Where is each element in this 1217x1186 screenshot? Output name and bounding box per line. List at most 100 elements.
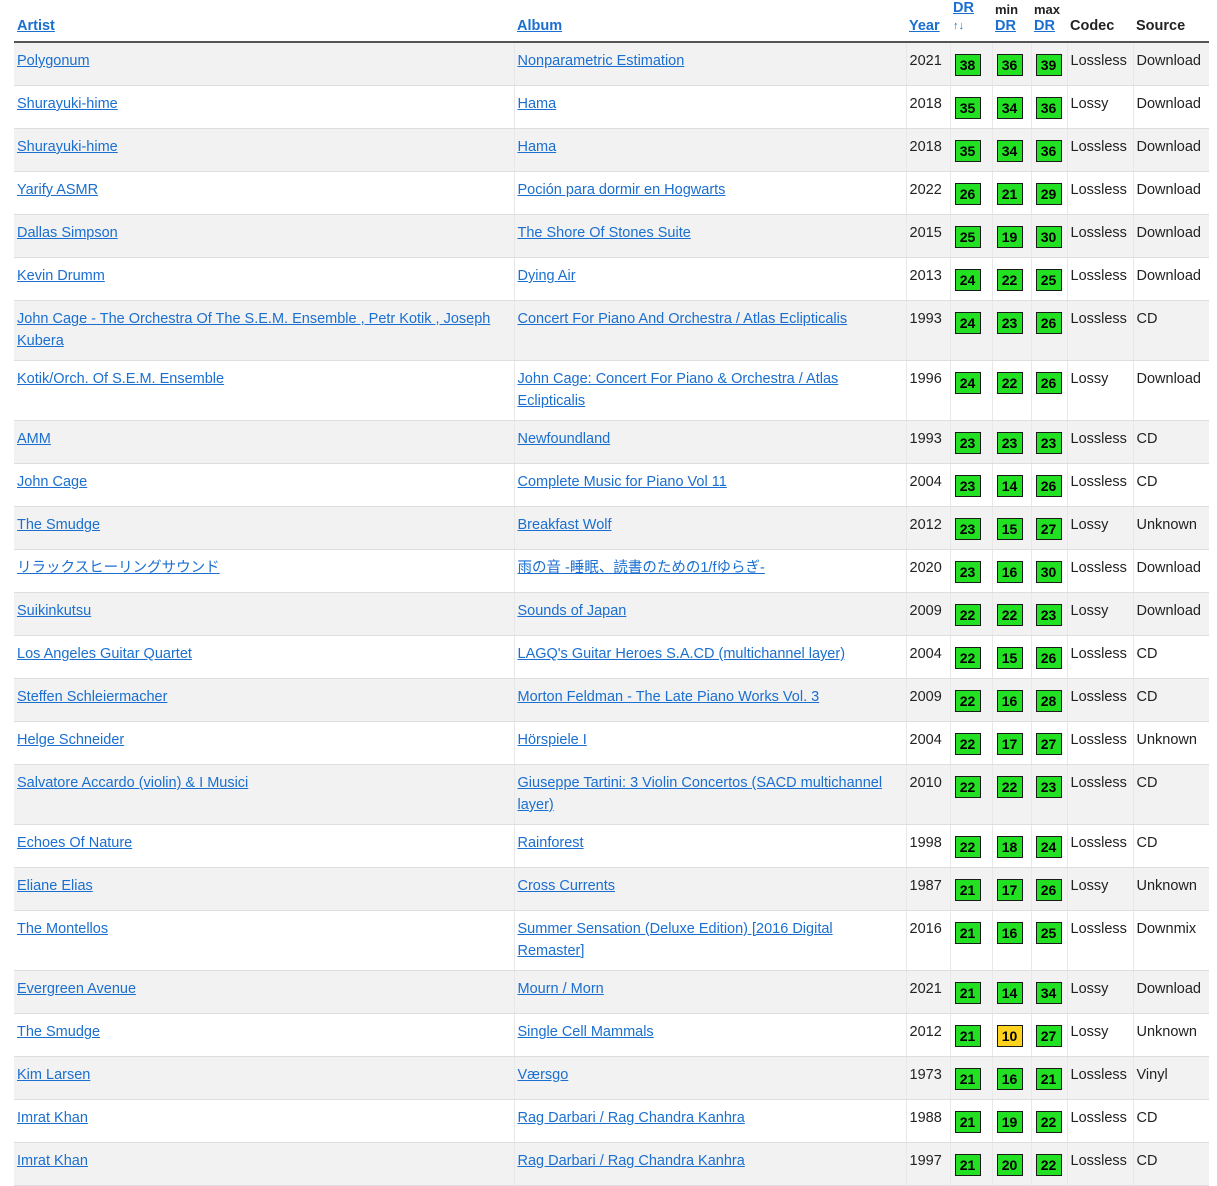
artist-link[interactable]: Kotik/Orch. Of S.E.M. Ensemble [17, 371, 224, 387]
artist-link[interactable]: リラックスヒーリングサウンド [17, 560, 220, 576]
sort-min-dr-link[interactable]: DR [995, 18, 1016, 34]
sort-dr-link[interactable]: DR [953, 0, 988, 17]
source-cell: Unknown [1133, 1013, 1209, 1057]
album-link[interactable]: Hama [518, 96, 557, 112]
artist-link[interactable]: John Cage - The Orchestra Of The S.E.M. … [17, 311, 490, 349]
artist-link[interactable]: Echoes Of Nature [17, 835, 132, 851]
album-link[interactable]: Hörspiele I [518, 732, 587, 748]
album-cell: Cross Currents [514, 867, 907, 911]
album-link[interactable]: Breakfast Wolf [518, 517, 612, 533]
artist-link[interactable]: AMM [17, 431, 51, 447]
album-link[interactable]: Cross Currents [518, 878, 616, 894]
album-link[interactable]: Poción para dormir en Hogwarts [518, 182, 726, 198]
artist-link[interactable]: Eliane Elias [17, 878, 93, 894]
artist-link[interactable]: Dallas Simpson [17, 225, 118, 241]
artist-link[interactable]: Steffen Schleiermacher [17, 689, 167, 705]
album-cell: Concert For Piano And Orchestra / Atlas … [514, 300, 907, 361]
artist-link[interactable]: Suikinkutsu [17, 603, 91, 619]
album-link[interactable]: Summer Sensation (Deluxe Edition) [2016 … [518, 921, 833, 959]
table-row: Imrat Khan Rag Darbari / Rag Chandra Kanh… [14, 1099, 1209, 1143]
album-cell: LAGQ's Guitar Heroes S.A.CD (multichanne… [514, 635, 907, 679]
artist-link[interactable]: Polygonum [17, 53, 90, 69]
sort-year-link[interactable]: Year [909, 18, 940, 34]
album-link[interactable]: Single Cell Mammals [518, 1024, 654, 1040]
codec-value: Lossless [1070, 182, 1127, 198]
artist-cell: Kotik/Orch. Of S.E.M. Ensemble [14, 360, 515, 421]
album-link[interactable]: Mourn / Morn [518, 981, 604, 997]
artist-link[interactable]: Shurayuki-hime [17, 139, 118, 155]
sort-max-dr-link[interactable]: DR [1034, 18, 1055, 34]
codec-value: Lossy [1070, 371, 1109, 387]
album-link[interactable]: Complete Music for Piano Vol 11 [518, 474, 727, 490]
table-row: Kotik/Orch. Of S.E.M. Ensemble John Cage:… [14, 360, 1209, 421]
album-link[interactable]: Hama [518, 139, 557, 155]
max-dr-cell: 27 [1031, 721, 1068, 765]
year-value: 2021 [909, 981, 942, 997]
album-link[interactable]: Morton Feldman - The Late Piano Works Vo… [518, 689, 820, 705]
codec-cell: Lossless [1067, 635, 1134, 679]
album-link[interactable]: John Cage: Concert For Piano & Orchestra… [518, 371, 839, 409]
artist-link[interactable]: Imrat Khan [17, 1110, 88, 1126]
album-link[interactable]: Rag Darbari / Rag Chandra Kanhra [518, 1110, 745, 1126]
album-link[interactable]: Rag Darbari / Rag Chandra Kanhra [518, 1153, 745, 1169]
year-value: 2016 [909, 921, 942, 937]
dr-cell: 21 [950, 970, 993, 1014]
album-link[interactable]: Concert For Piano And Orchestra / Atlas … [518, 311, 848, 327]
dr-cell: 35 [950, 85, 993, 129]
album-link[interactable]: Newfoundland [518, 431, 611, 447]
year-cell: 1993 [906, 300, 951, 361]
artist-link[interactable]: Imrat Khan [17, 1153, 88, 1169]
artist-link[interactable]: The Montellos [17, 921, 108, 937]
min-dr-cell: 22 [992, 257, 1032, 301]
artist-cell: Suikinkutsu [14, 592, 515, 636]
artist-link[interactable]: The Smudge [17, 517, 100, 533]
album-link[interactable]: Værsgo [518, 1067, 569, 1083]
min-dr-cell: 16 [992, 910, 1032, 971]
artist-link[interactable]: Helge Schneider [17, 732, 124, 748]
min-dr-cell: 20 [992, 1142, 1032, 1186]
album-link[interactable]: LAGQ's Guitar Heroes S.A.CD (multichanne… [518, 646, 846, 662]
max-dr-cell: 34 [1031, 970, 1068, 1014]
album-cell: Sounds of Japan [514, 592, 907, 636]
dr-cell: 24 [950, 257, 993, 301]
sort-album-link[interactable]: Album [517, 18, 562, 34]
source-value: Download [1136, 981, 1202, 997]
codec-cell: Lossless [1067, 171, 1134, 215]
artist-link[interactable]: Salvatore Accardo (violin) & I Musici [17, 775, 248, 791]
album-cell: Rag Darbari / Rag Chandra Kanhra [514, 1099, 907, 1143]
album-link[interactable]: Dying Air [518, 268, 576, 284]
album-link[interactable]: Sounds of Japan [518, 603, 627, 619]
album-link[interactable]: The Shore Of Stones Suite [518, 225, 691, 241]
album-link[interactable]: Rainforest [518, 835, 584, 851]
artist-link[interactable]: Kevin Drumm [17, 268, 105, 284]
source-cell: CD [1133, 635, 1209, 679]
year-value: 1988 [909, 1110, 942, 1126]
min-dr-badge: 22 [996, 372, 1023, 394]
table-row: The Smudge Breakfast Wolf 2012 23 15 27 Lossy U… [14, 506, 1209, 550]
artist-link[interactable]: Evergreen Avenue [17, 981, 136, 997]
album-cell: Morton Feldman - The Late Piano Works Vo… [514, 678, 907, 722]
artist-link[interactable]: Yarify ASMR [17, 182, 98, 198]
artist-cell: リラックスヒーリングサウンド [14, 549, 515, 593]
album-link[interactable]: Giuseppe Tartini: 3 Violin Concertos (SA… [518, 775, 883, 813]
codec-value: Lossless [1070, 775, 1127, 791]
table-row: Helge Schneider Hörspiele I 2004 22 17 27 Loss… [14, 721, 1209, 765]
album-link[interactable]: 雨の音 -睡眠、読書のための1/fゆらぎ- [518, 560, 765, 576]
min-dr-badge: 19 [996, 226, 1023, 248]
artist-link[interactable]: John Cage [17, 474, 87, 490]
table-row: Shurayuki-hime Hama 2018 35 34 36 Lossy Downloa… [14, 85, 1209, 129]
header-artist: Artist [14, 0, 514, 43]
codec-value: Lossy [1070, 878, 1109, 894]
artist-link[interactable]: Los Angeles Guitar Quartet [17, 646, 192, 662]
dr-badge: 21 [954, 1154, 981, 1176]
artist-link[interactable]: The Smudge [17, 1024, 100, 1040]
codec-value: Lossless [1070, 53, 1127, 69]
sort-artist-link[interactable]: Artist [17, 18, 55, 34]
max-dr-cell: 22 [1031, 1099, 1068, 1143]
artist-link[interactable]: Kim Larsen [17, 1067, 90, 1083]
year-value: 1998 [909, 835, 942, 851]
album-link[interactable]: Nonparametric Estimation [518, 53, 685, 69]
artist-link[interactable]: Shurayuki-hime [17, 96, 118, 112]
codec-value: Lossy [1070, 517, 1109, 533]
dr-badge: 21 [954, 922, 981, 944]
